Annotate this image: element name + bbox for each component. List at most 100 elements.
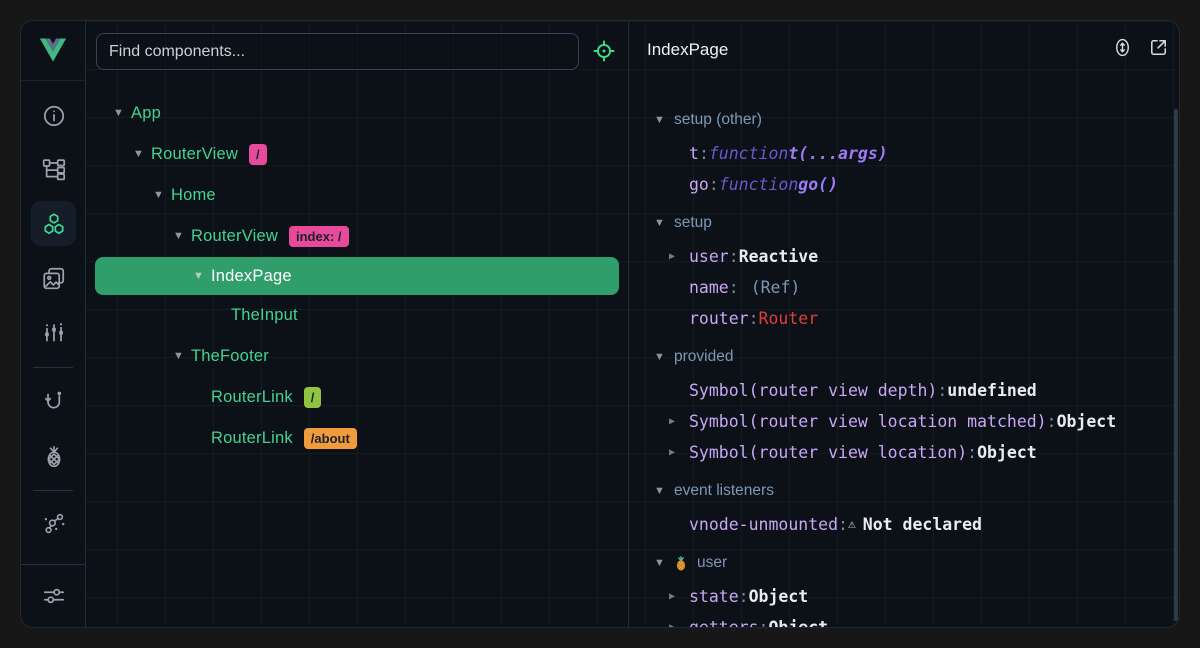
sidebar-divider <box>21 564 85 565</box>
tree-item-routerview[interactable]: ▼RouterViewindex: / <box>86 216 628 257</box>
scroll-to-component-icon[interactable] <box>1111 36 1134 59</box>
section-header-setup[interactable]: ▼setup <box>629 205 1180 241</box>
timeline-icon[interactable] <box>40 318 67 345</box>
collapse-icon[interactable]: ▼ <box>654 352 674 363</box>
component-name: RouterView <box>151 145 238 164</box>
state-value: Not declared <box>863 515 982 534</box>
pinia-icon[interactable] <box>40 442 67 469</box>
separator: : <box>709 175 719 194</box>
search-input[interactable] <box>96 33 579 70</box>
inspect-component-icon[interactable] <box>591 38 617 64</box>
section-header-provided[interactable]: ▼provided <box>629 339 1180 375</box>
section-setup: ▼setup▶user : Reactivename : (Ref)router… <box>629 205 1180 334</box>
separator: : <box>729 278 739 297</box>
section-label: setup (other) <box>674 111 762 129</box>
section-header-event-listeners[interactable]: ▼event listeners <box>629 473 1180 509</box>
state-row-t: t : function t(...args) <box>629 138 1180 169</box>
state-key: Symbol(router view location) <box>689 443 967 462</box>
settings-icon[interactable] <box>40 582 67 609</box>
expand-toggle-icon[interactable]: ▼ <box>153 190 171 201</box>
sidebar <box>21 21 86 627</box>
collapse-icon[interactable]: ▼ <box>654 218 674 229</box>
expand-toggle-icon[interactable]: ▼ <box>113 108 131 119</box>
section-header-setup-other[interactable]: ▼setup (other) <box>629 102 1180 138</box>
state-key: Symbol(router view depth) <box>689 381 937 400</box>
expand-icon[interactable]: ▶ <box>669 416 675 427</box>
route-badge: / <box>304 387 322 408</box>
state-key: getters <box>689 618 759 628</box>
state-key: t <box>689 144 699 163</box>
state-row-symbol-router-view-location[interactable]: ▶Symbol(router view location) : Object <box>629 437 1180 468</box>
sidebar-divider <box>33 490 73 491</box>
tree-item-home[interactable]: ▼Home <box>86 175 628 216</box>
state-row-state[interactable]: ▶ state : Object <box>629 581 1180 612</box>
section-label: event listeners <box>674 482 774 500</box>
section-setup-other: ▼setup (other)t : function t(...args)go … <box>629 102 1180 200</box>
component-name: RouterLink <box>211 429 293 448</box>
state-row-name: name : (Ref) <box>629 272 1180 303</box>
section-label: user <box>697 554 727 572</box>
pinia-store-icon <box>672 554 690 572</box>
vue-logo <box>21 21 85 81</box>
component-name: TheInput <box>231 306 298 325</box>
scrollbar[interactable] <box>1174 109 1178 621</box>
tree-item-routerlink[interactable]: RouterLink/about <box>86 418 628 459</box>
expand-icon[interactable]: ▶ <box>669 591 675 602</box>
function-signature: go() <box>798 175 838 194</box>
route-badge: /about <box>304 428 357 449</box>
expand-icon[interactable]: ▶ <box>669 447 675 458</box>
state-row-vnode-unmounted: vnode-unmounted : ⚠Not declared <box>629 509 1180 540</box>
collapse-icon[interactable]: ▼ <box>654 558 674 569</box>
inspector-pane: IndexPage ▼setup (other)t : function t(.… <box>629 21 1180 627</box>
state-key: Symbol(router view location matched) <box>689 412 1047 431</box>
expand-toggle-icon[interactable]: ▼ <box>133 149 151 160</box>
component-name: Home <box>171 186 216 205</box>
state-value: Object <box>768 618 828 628</box>
component-tree-icon[interactable] <box>40 155 67 182</box>
expand-toggle-icon[interactable]: ▼ <box>173 231 191 242</box>
info-icon[interactable] <box>40 102 67 129</box>
component-name: RouterLink <box>211 388 293 407</box>
expand-icon[interactable]: ▶ <box>669 622 675 628</box>
state-key: vnode-unmounted <box>689 515 838 534</box>
expand-toggle-icon[interactable]: ▼ <box>173 351 191 362</box>
sidebar-divider <box>33 367 73 368</box>
collapse-icon[interactable]: ▼ <box>654 486 674 497</box>
state-row-getters[interactable]: ▶ getters : Object <box>629 612 1180 628</box>
separator: : <box>967 443 977 462</box>
separator: : <box>739 587 749 606</box>
components-icon[interactable] <box>40 210 67 237</box>
devtools-window: ▼App▼RouterView/▼Home▼RouterViewindex: /… <box>20 20 1180 628</box>
section-header-user[interactable]: ▼ user <box>629 545 1180 581</box>
state-value: Object <box>749 587 809 606</box>
section-event-listeners: ▼event listenersvnode-unmounted : ⚠Not d… <box>629 473 1180 540</box>
state-row-symbol-router-view-location-matched[interactable]: ▶Symbol(router view location matched) : … <box>629 406 1180 437</box>
tree-item-thefooter[interactable]: ▼TheFooter <box>86 336 628 377</box>
state-inspector: ▼setup (other)t : function t(...args)go … <box>629 81 1180 628</box>
state-value: (Ref) <box>751 278 801 297</box>
graph-icon[interactable] <box>40 509 67 536</box>
section-user: ▼ user ▶ state : Object ▶ getters : Object <box>629 545 1180 628</box>
state-key: state <box>689 587 739 606</box>
tree-item-theinput[interactable]: TheInput <box>86 295 628 336</box>
state-key: name <box>689 278 729 297</box>
state-value: Reactive <box>739 247 818 266</box>
component-name: IndexPage <box>211 267 292 286</box>
tree-item-indexpage[interactable]: ▼IndexPage <box>95 257 619 295</box>
expand-toggle-icon[interactable]: ▼ <box>193 271 211 282</box>
open-in-editor-icon[interactable] <box>1147 36 1170 59</box>
separator: : <box>749 309 759 328</box>
state-row-symbol-router-view-depth: Symbol(router view depth) : undefined <box>629 375 1180 406</box>
tree-item-routerlink[interactable]: RouterLink / <box>86 377 628 418</box>
state-row-user[interactable]: ▶user : Reactive <box>629 241 1180 272</box>
tree-header <box>86 21 628 81</box>
separator: : <box>699 144 709 163</box>
pages-icon[interactable] <box>40 265 67 292</box>
collapse-icon[interactable]: ▼ <box>654 115 674 126</box>
tree-item-app[interactable]: ▼App <box>86 93 628 134</box>
state-row-go: go : function go() <box>629 169 1180 200</box>
router-icon[interactable] <box>40 387 67 414</box>
expand-icon[interactable]: ▶ <box>669 251 675 262</box>
tree-item-routerview[interactable]: ▼RouterView/ <box>86 134 628 175</box>
separator: : <box>759 618 769 628</box>
